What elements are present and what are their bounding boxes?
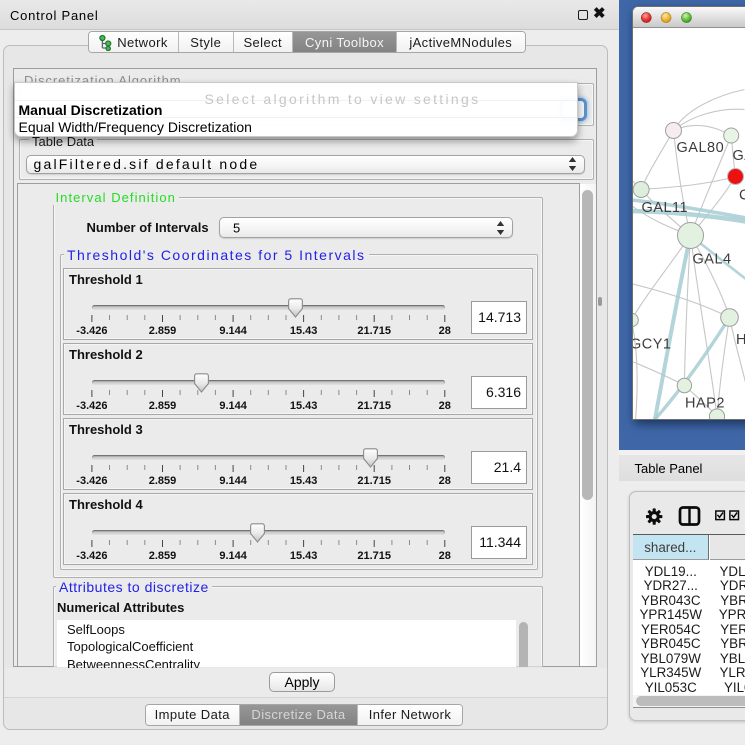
svg-text:CYC8: CYC8 [739,187,745,203]
svg-text:GAL80: GAL80 [677,140,725,156]
svg-text:GAL11: GAL11 [642,200,689,216]
svg-text:GCY1: GCY1 [633,336,672,352]
svg-text:GAL4: GAL4 [693,251,732,267]
svg-text:HIS4: HIS4 [736,332,745,348]
svg-text:HAP2: HAP2 [685,395,725,411]
svg-text:GAL2: GAL2 [733,148,745,164]
